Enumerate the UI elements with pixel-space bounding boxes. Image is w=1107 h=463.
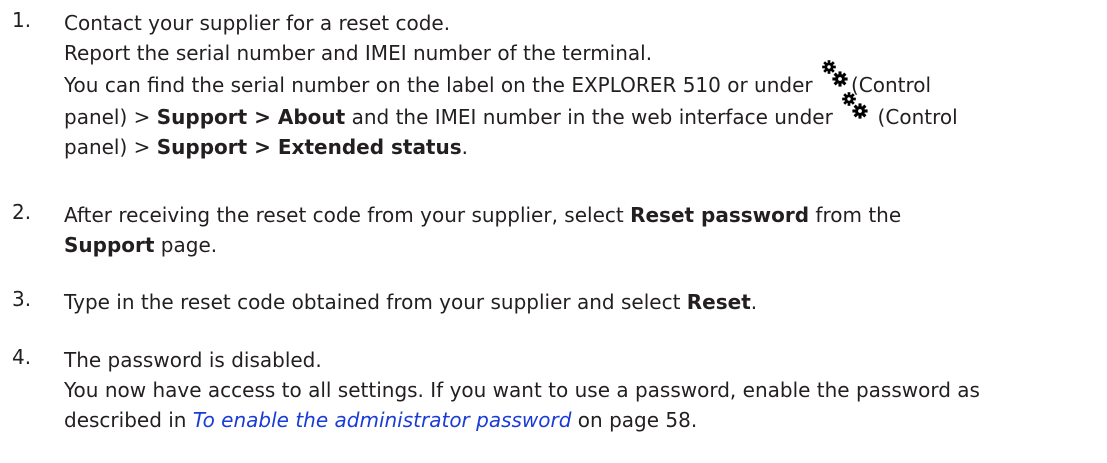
step-content: Type in the reset code obtained from you… (64, 287, 1087, 317)
list-item-step-3: 3. Type in the reset code obtained from … (12, 287, 1087, 317)
step-content: The password is disabled. You now have a… (64, 345, 1087, 435)
step-text: . (750, 290, 758, 314)
page-name: Support (64, 233, 155, 257)
step-text-line: After receiving the reset code from your… (64, 200, 1087, 230)
list-item-step-1: 1. Contact your supplier for a reset cod… (12, 8, 1087, 162)
step-text-line: Support page. (64, 230, 1087, 260)
step-text: You now have access to all settings. If … (64, 378, 980, 402)
step-text: The password is disabled. (64, 348, 322, 372)
list-item-step-2: 2. After receiving the reset code from y… (12, 200, 1087, 260)
list-item-step-4: 4. The password is disabled. You now hav… (12, 345, 1087, 435)
step-text: panel) > (64, 105, 157, 129)
button-name: Reset (686, 290, 751, 314)
cross-reference-link[interactable]: To enable the administrator password (193, 408, 572, 432)
step-text: Type in the reset code obtained from you… (64, 290, 687, 314)
step-text: from the (809, 203, 902, 227)
step-number: 1. (12, 8, 32, 32)
step-content: Contact your supplier for a reset code. … (64, 8, 1087, 162)
step-text: Report the serial number and IMEI number… (64, 41, 653, 65)
step-text: and the IMEI number in the web interface… (345, 105, 840, 129)
step-number: 3. (12, 287, 32, 311)
gears-icon (839, 92, 871, 128)
menu-path: Support > About (156, 105, 346, 129)
step-text: (Control (871, 105, 958, 129)
step-text: on page 58. (571, 408, 698, 432)
step-text-line: panel) > Support > About and the IMEI nu… (64, 92, 1087, 132)
step-number: 4. (12, 345, 32, 369)
step-text: panel) > (64, 135, 157, 159)
step-text: described in (64, 408, 193, 432)
step-content: After receiving the reset code from your… (64, 200, 1087, 260)
step-text: Contact your supplier for a reset code. (64, 11, 451, 35)
step-text: You can find the serial number on the la… (64, 73, 819, 97)
step-text-line: panel) > Support > Extended status. (64, 132, 1087, 162)
step-number: 2. (12, 200, 32, 224)
menu-item-name: Reset password (630, 203, 810, 227)
menu-path: Support > Extended status (156, 135, 462, 159)
step-text: page. (154, 233, 218, 257)
step-text: . (461, 135, 468, 159)
step-text: After receiving the reset code from your… (64, 203, 631, 227)
step-text-line: described in To enable the administrator… (64, 405, 1087, 435)
step-text-line: You can find the serial number on the la… (64, 60, 1087, 100)
step-text-line: Type in the reset code obtained from you… (64, 287, 1087, 317)
